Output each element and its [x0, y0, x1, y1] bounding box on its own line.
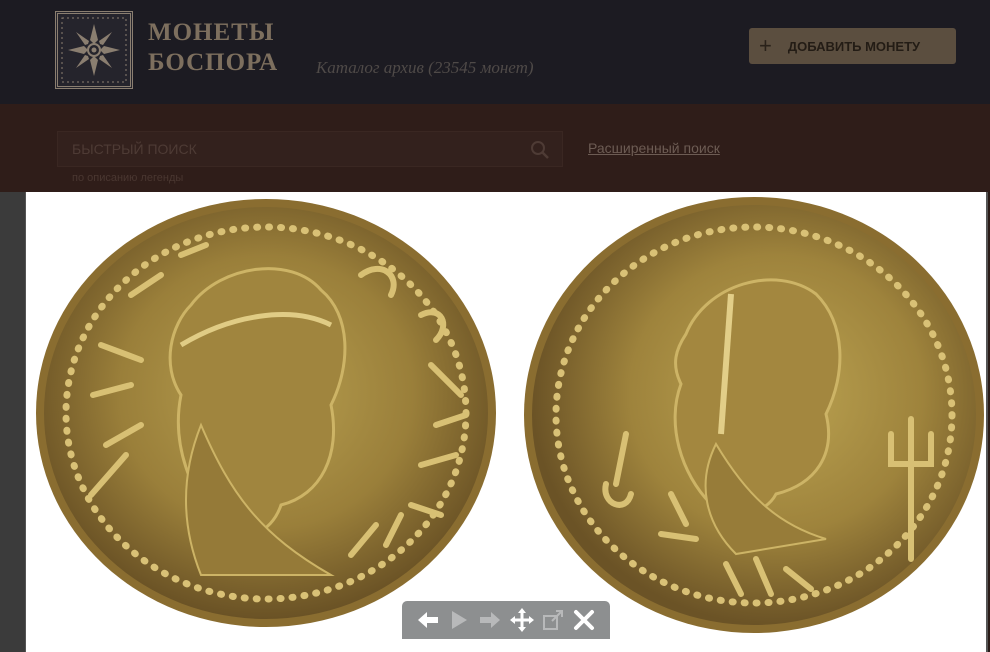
search-hint: по описанию легенды — [72, 172, 184, 184]
search-icon[interactable] — [530, 140, 550, 165]
site-header: МОНЕТЫ БОСПОРА Каталог архив (23545 моне… — [0, 0, 990, 104]
coin-reverse-image[interactable] — [516, 194, 986, 640]
add-coin-label: ДОБАВИТЬ МОНЕТУ — [787, 38, 921, 54]
quick-search-input[interactable]: БЫСТРЫЙ ПОИСК — [57, 131, 563, 167]
catalog-subtitle: Каталог архив (23545 монет) — [316, 58, 534, 77]
advanced-search-link[interactable]: Расширенный поиск — [588, 140, 720, 156]
lightbox-toolbar — [402, 601, 610, 639]
arrow-left-icon[interactable] — [415, 607, 441, 633]
lightbox-viewer — [25, 192, 988, 652]
arrow-right-icon[interactable] — [477, 607, 503, 633]
brand-title-line1[interactable]: МОНЕТЫ — [148, 20, 274, 46]
coin-obverse-image[interactable] — [31, 195, 501, 635]
logo-icon[interactable] — [55, 11, 133, 89]
play-icon[interactable] — [446, 607, 472, 633]
move-icon[interactable] — [509, 607, 535, 633]
brand-title-line2[interactable]: БОСПОРА — [148, 50, 278, 76]
close-icon[interactable] — [571, 607, 597, 633]
search-placeholder: БЫСТРЫЙ ПОИСК — [72, 141, 197, 157]
page-background-strip — [0, 192, 25, 652]
external-link-icon[interactable] — [540, 607, 566, 633]
add-coin-button[interactable]: + ДОБАВИТЬ МОНЕТУ — [749, 28, 956, 64]
plus-icon: + — [759, 33, 772, 58]
